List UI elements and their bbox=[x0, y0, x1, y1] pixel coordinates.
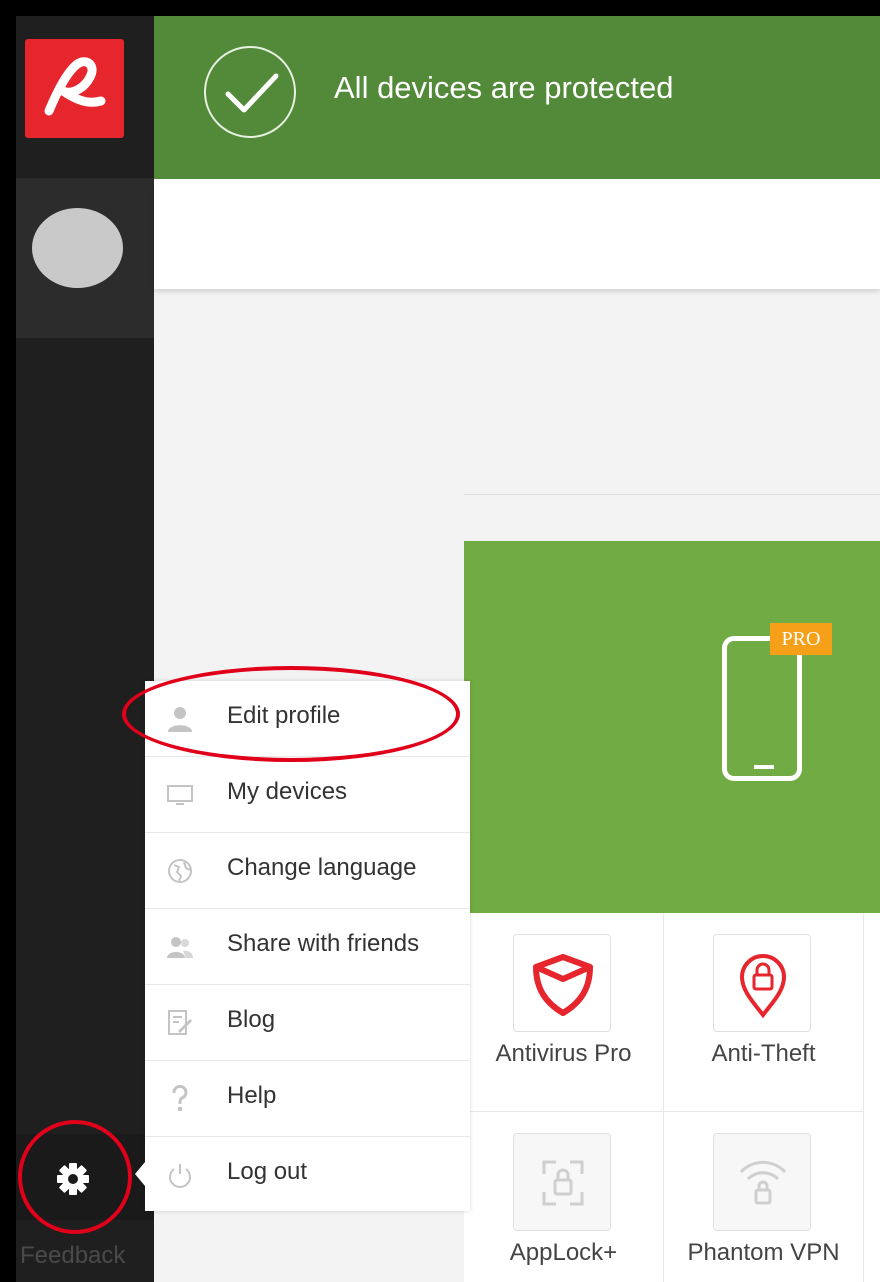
app-window: Feedback All devices are protected PRO A bbox=[16, 16, 880, 1282]
location-lock-icon bbox=[713, 934, 811, 1032]
menu-item-share-with-friends[interactable]: Share with friends bbox=[145, 909, 470, 985]
menu-item-change-language[interactable]: Change language bbox=[145, 833, 470, 909]
phone-icon bbox=[722, 636, 802, 781]
applock-icon bbox=[513, 1133, 611, 1231]
app-grid: Antivirus Pro Anti-Theft AppLock+ Phanto… bbox=[464, 913, 880, 1282]
divider bbox=[464, 494, 880, 495]
check-circle-icon bbox=[204, 46, 296, 138]
profile-area bbox=[16, 178, 154, 338]
menu-label: Help bbox=[227, 1082, 277, 1109]
shield-icon bbox=[513, 934, 611, 1032]
edit-doc-icon bbox=[165, 1008, 195, 1038]
device-card[interactable]: PRO bbox=[464, 541, 880, 913]
app-label: Anti-Theft bbox=[711, 1040, 816, 1067]
globe-icon bbox=[165, 856, 195, 886]
feedback-link[interactable]: Feedback bbox=[20, 1242, 125, 1270]
menu-label: Share with friends bbox=[227, 930, 420, 957]
gear-icon[interactable] bbox=[56, 1162, 90, 1196]
wifi-lock-icon bbox=[713, 1133, 811, 1231]
app-tile-applock[interactable]: AppLock+ bbox=[464, 1112, 664, 1282]
phone-home-bar bbox=[754, 765, 774, 769]
menu-item-blog[interactable]: Blog bbox=[145, 985, 470, 1061]
menu-label: Blog bbox=[227, 1006, 276, 1033]
protection-status-text: All devices are protected bbox=[334, 70, 674, 105]
app-label: Phantom VPN bbox=[687, 1239, 840, 1266]
menu-item-log-out[interactable]: Log out bbox=[145, 1137, 470, 1213]
settings-menu: Edit profile My devices Change language … bbox=[135, 681, 470, 1213]
menu-label: Edit profile bbox=[227, 702, 341, 729]
avira-logo-icon bbox=[44, 57, 106, 116]
avatar[interactable] bbox=[32, 208, 123, 288]
menu-label: Change language bbox=[227, 854, 417, 881]
power-icon bbox=[165, 1160, 195, 1190]
app-tile-antivirus-pro[interactable]: Antivirus Pro bbox=[464, 913, 664, 1112]
menu-item-edit-profile[interactable]: Edit profile bbox=[145, 681, 470, 757]
sidebar: Feedback bbox=[16, 16, 154, 1282]
menu-label: Log out bbox=[227, 1158, 308, 1185]
status-banner: All devices are protected bbox=[154, 16, 880, 179]
question-icon bbox=[165, 1084, 195, 1114]
pro-badge: PRO bbox=[770, 623, 832, 655]
header-bar bbox=[154, 179, 880, 289]
menu-label: My devices bbox=[227, 778, 348, 805]
user-icon bbox=[165, 704, 195, 734]
users-icon bbox=[165, 932, 195, 962]
monitor-icon bbox=[165, 780, 195, 810]
settings-area bbox=[16, 1134, 154, 1220]
app-tile-anti-theft[interactable]: Anti-Theft bbox=[664, 913, 864, 1112]
menu-pointer bbox=[135, 1162, 145, 1186]
avira-logo[interactable] bbox=[25, 39, 124, 138]
app-label: Antivirus Pro bbox=[495, 1040, 632, 1067]
menu-item-my-devices[interactable]: My devices bbox=[145, 757, 470, 833]
app-tile-phantom-vpn[interactable]: Phantom VPN bbox=[664, 1112, 864, 1282]
app-label: AppLock+ bbox=[509, 1239, 618, 1266]
menu-item-help[interactable]: Help bbox=[145, 1061, 470, 1137]
